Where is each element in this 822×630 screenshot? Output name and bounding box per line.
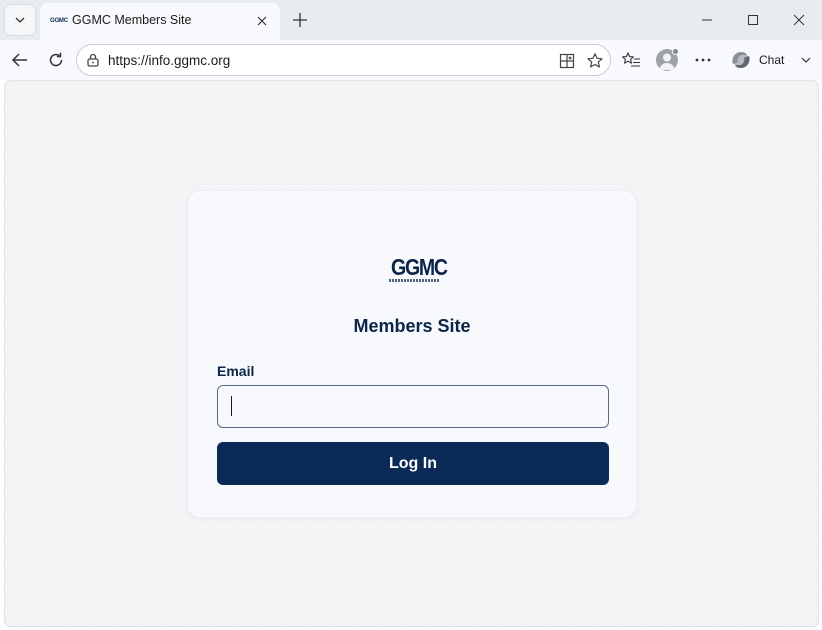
refresh-button[interactable] bbox=[42, 46, 70, 74]
login-card: GGMC Members Site Email Log In bbox=[187, 190, 637, 518]
title-bar: GGMC GGMC Members Site bbox=[0, 0, 822, 40]
email-field[interactable] bbox=[217, 385, 609, 428]
profile-status-badge bbox=[672, 48, 679, 55]
page-viewport: GGMC Members Site Email Log In bbox=[4, 80, 819, 627]
tab-title: GGMC Members Site bbox=[72, 13, 192, 27]
browser-tab[interactable]: GGMC GGMC Members Site bbox=[40, 3, 280, 40]
address-bar[interactable]: https://info.ggmc.org bbox=[76, 44, 611, 76]
tab-actions-button[interactable] bbox=[4, 4, 36, 36]
chat-label: Chat bbox=[759, 53, 785, 67]
tab-close-button[interactable] bbox=[252, 11, 272, 31]
apps-icon bbox=[559, 53, 575, 69]
logo-tagline-mark bbox=[389, 279, 439, 282]
favorites-button[interactable] bbox=[617, 46, 645, 74]
plus-icon bbox=[293, 13, 307, 27]
star-icon bbox=[587, 53, 603, 68]
maximize-button[interactable] bbox=[730, 0, 776, 40]
new-tab-button[interactable] bbox=[288, 8, 312, 32]
browser-toolbar: https://info.ggmc.org Chat bbox=[0, 40, 822, 80]
text-cursor bbox=[231, 396, 232, 416]
copilot-icon bbox=[732, 52, 750, 68]
favicon-icon: GGMC bbox=[50, 18, 68, 24]
logo-text: GGMC bbox=[391, 254, 448, 280]
close-icon bbox=[257, 16, 267, 26]
refresh-icon bbox=[49, 52, 63, 67]
chevron-down-icon bbox=[801, 57, 811, 63]
email-label: Email bbox=[217, 363, 255, 379]
close-window-button[interactable] bbox=[776, 0, 822, 40]
back-button[interactable] bbox=[6, 46, 34, 74]
maximize-icon bbox=[748, 15, 758, 25]
page-title: Members Site bbox=[353, 316, 471, 336]
more-dots-icon bbox=[695, 58, 711, 62]
settings-more-button[interactable] bbox=[689, 46, 717, 74]
app-available-button[interactable] bbox=[557, 51, 577, 71]
favorites-list-icon bbox=[622, 52, 640, 67]
chevron-down-icon bbox=[15, 17, 25, 23]
site-logo: GGMC bbox=[387, 254, 448, 286]
minimize-icon bbox=[702, 19, 712, 21]
minimize-button[interactable] bbox=[684, 0, 730, 40]
favorite-button[interactable] bbox=[585, 51, 605, 71]
login-button[interactable]: Log In bbox=[217, 442, 609, 485]
lock-icon bbox=[87, 53, 99, 67]
url-text: https://info.ggmc.org bbox=[108, 53, 231, 68]
close-icon bbox=[793, 14, 805, 26]
arrow-left-icon bbox=[11, 53, 27, 67]
copilot-chat-button[interactable]: Chat bbox=[726, 46, 814, 74]
